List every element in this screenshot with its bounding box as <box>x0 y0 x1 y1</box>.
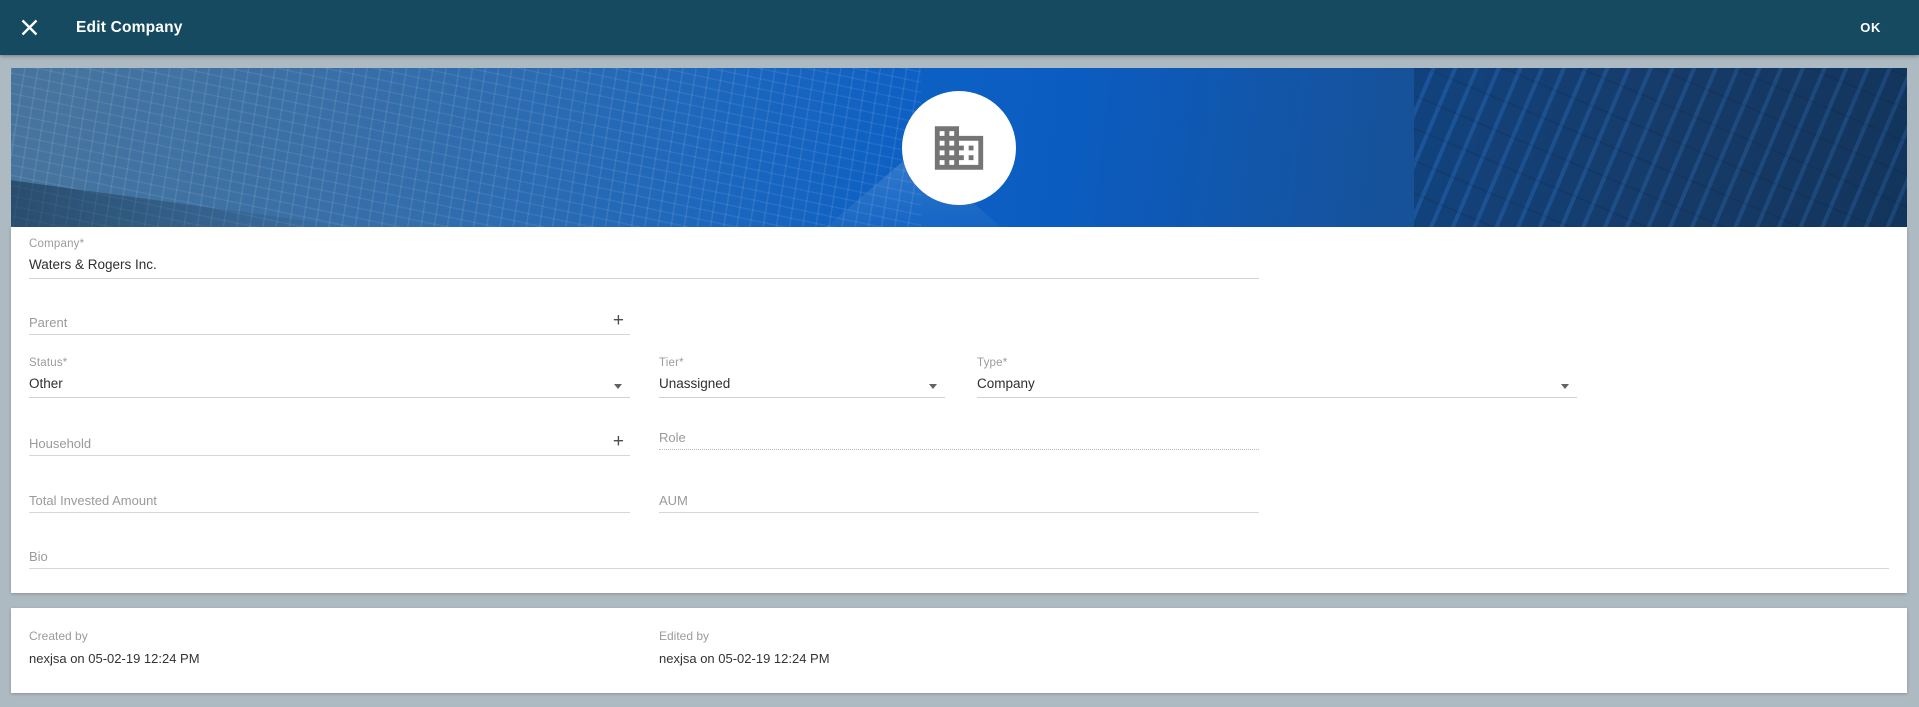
audit-footer-card: Created by nexjsa on 05-02-19 12:24 PM E… <box>11 608 1907 693</box>
bio-field[interactable]: Bio <box>29 537 1889 569</box>
tier-field[interactable]: Tier* Unassigned <box>659 357 945 398</box>
edited-by-value: nexjsa on 05-02-19 12:24 PM <box>659 652 1259 666</box>
created-by: Created by nexjsa on 05-02-19 12:24 PM <box>29 630 630 666</box>
dialog-title: Edit Company <box>76 19 183 37</box>
status-label: Status* <box>29 357 630 369</box>
household-field[interactable]: Household + <box>29 424 630 456</box>
tier-label: Tier* <box>659 357 945 369</box>
status-value[interactable]: Other <box>29 376 630 398</box>
company-avatar[interactable] <box>902 91 1016 205</box>
company-field[interactable]: Company* Waters & Rogers Inc. <box>29 238 1259 279</box>
close-icon <box>21 19 38 36</box>
building-icon <box>930 119 988 177</box>
role-label: Role <box>659 430 686 449</box>
company-value[interactable]: Waters & Rogers Inc. <box>29 257 1259 279</box>
close-button[interactable] <box>13 12 45 44</box>
type-field[interactable]: Type* Company <box>977 357 1577 398</box>
status-field[interactable]: Status* Other <box>29 357 630 398</box>
company-form-card: Company* Waters & Rogers Inc. Parent + S… <box>11 227 1907 593</box>
total-invested-amount-label: Total Invested Amount <box>29 493 157 512</box>
add-household-icon[interactable]: + <box>613 432 624 451</box>
type-value[interactable]: Company <box>977 376 1577 398</box>
ok-button[interactable]: OK <box>1852 0 1889 55</box>
type-label: Type* <box>977 357 1577 369</box>
banner-glass-tower-right <box>1414 68 1907 227</box>
tier-value[interactable]: Unassigned <box>659 376 945 398</box>
aum-label: AUM <box>659 493 688 512</box>
household-label: Household <box>29 436 91 455</box>
status-dropdown-arrow-icon[interactable] <box>614 384 622 389</box>
bio-label: Bio <box>29 549 48 568</box>
parent-label: Parent <box>29 315 67 334</box>
company-label: Company* <box>29 238 1259 250</box>
total-invested-amount-field[interactable]: Total Invested Amount <box>29 481 630 513</box>
dialog-titlebar: Edit Company OK <box>0 0 1919 55</box>
parent-field[interactable]: Parent + <box>29 303 630 335</box>
type-dropdown-arrow-icon[interactable] <box>1561 384 1569 389</box>
role-field: Role <box>659 418 1259 450</box>
company-banner <box>11 68 1907 227</box>
edited-by: Edited by nexjsa on 05-02-19 12:24 PM <box>659 630 1259 666</box>
add-parent-icon[interactable]: + <box>613 311 624 330</box>
created-by-value: nexjsa on 05-02-19 12:24 PM <box>29 652 630 666</box>
created-by-label: Created by <box>29 630 630 643</box>
edit-company-dialog: Edit Company OK Company* Waters & Rogers… <box>0 0 1919 693</box>
tier-dropdown-arrow-icon[interactable] <box>929 384 937 389</box>
aum-field[interactable]: AUM <box>659 481 1259 513</box>
edited-by-label: Edited by <box>659 630 1259 643</box>
